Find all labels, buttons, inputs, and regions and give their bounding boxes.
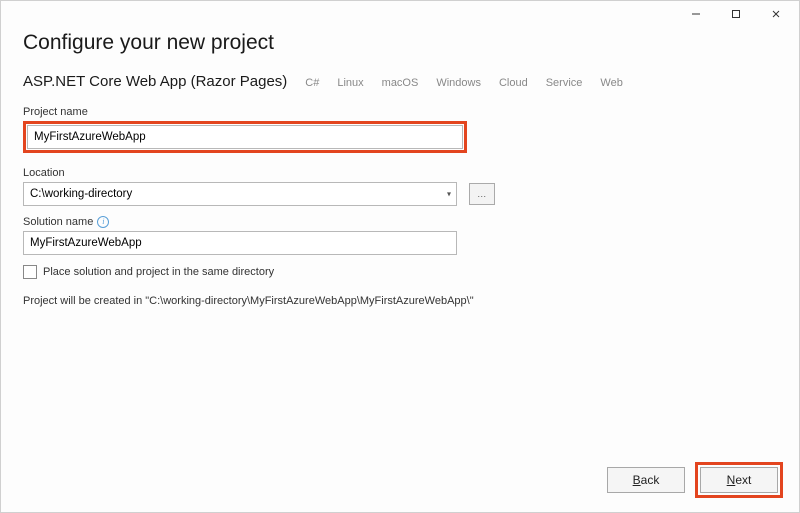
- tag-web: Web: [600, 77, 622, 89]
- same-directory-row[interactable]: Place solution and project in the same d…: [23, 265, 777, 279]
- location-group: Location ▾ ...: [23, 167, 777, 206]
- template-name: ASP.NET Core Web App (Razor Pages): [23, 73, 287, 90]
- info-icon[interactable]: i: [97, 216, 109, 228]
- browse-button[interactable]: ...: [469, 183, 495, 205]
- next-rest: ext: [735, 473, 751, 487]
- tag-cloud: Cloud: [499, 77, 528, 89]
- template-row: ASP.NET Core Web App (Razor Pages) C# Li…: [23, 73, 777, 90]
- location-label: Location: [23, 167, 777, 179]
- back-button[interactable]: Back: [607, 467, 685, 493]
- project-name-highlight: [23, 121, 467, 153]
- next-button[interactable]: Next: [700, 467, 778, 493]
- back-rest: ack: [641, 473, 660, 487]
- same-directory-checkbox[interactable]: [23, 265, 37, 279]
- window-titlebar: [1, 1, 799, 27]
- project-name-input[interactable]: [27, 125, 463, 149]
- tag-linux: Linux: [337, 77, 363, 89]
- close-button[interactable]: [759, 3, 793, 25]
- page-title: Configure your new project: [23, 31, 777, 55]
- dialog-content: Configure your new project ASP.NET Core …: [1, 27, 799, 307]
- project-name-label: Project name: [23, 106, 777, 118]
- tag-windows: Windows: [436, 77, 481, 89]
- tag-macos: macOS: [382, 77, 419, 89]
- location-input[interactable]: [23, 182, 457, 206]
- tag-csharp: C#: [305, 77, 319, 89]
- location-select-wrap: ▾: [23, 182, 457, 206]
- solution-name-label: Solution name: [23, 216, 93, 228]
- solution-name-group: Solution name i: [23, 216, 777, 255]
- dialog-footer: Back Next: [607, 462, 783, 498]
- tag-service: Service: [546, 77, 583, 89]
- maximize-button[interactable]: [719, 3, 753, 25]
- next-button-highlight: Next: [695, 462, 783, 498]
- project-name-group: Project name: [23, 106, 777, 153]
- solution-name-input[interactable]: [23, 231, 457, 255]
- same-directory-label: Place solution and project in the same d…: [43, 266, 274, 278]
- creation-path-note: Project will be created in "C:\working-d…: [23, 295, 777, 307]
- minimize-button[interactable]: [679, 3, 713, 25]
